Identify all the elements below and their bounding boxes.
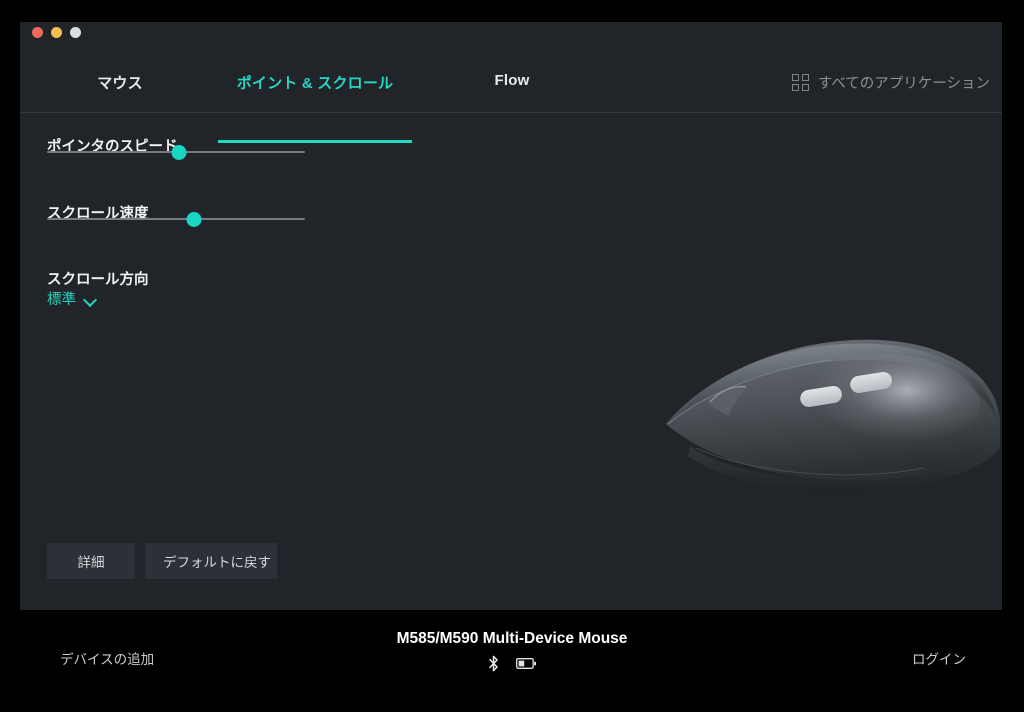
all-applications-button[interactable]: すべてのアプリケーション xyxy=(791,72,990,93)
scroll-speed-slider-track[interactable] xyxy=(47,218,305,220)
tab-flow[interactable]: Flow xyxy=(495,72,530,113)
settings-panel: ポインタのスピード スクロール速度 スクロール方向 標準 詳細 デフォルトに戻す xyxy=(20,113,1002,610)
bluetooth-icon xyxy=(489,655,498,672)
title-bar xyxy=(20,22,1002,52)
footer-bar: デバイスの追加 M585/M590 Multi-Device Mouse ログイ… xyxy=(0,610,1024,712)
restore-defaults-button[interactable]: デフォルトに戻す xyxy=(145,543,277,579)
screen: マウス ポイント & スクロール Flow すべてのアプリケーション ポインタの… xyxy=(0,0,1024,712)
scroll-speed-slider[interactable] xyxy=(47,210,305,228)
device-status: M585/M590 Multi-Device Mouse xyxy=(282,630,742,672)
tab-bar: マウス ポイント & スクロール Flow すべてのアプリケーション xyxy=(20,52,1002,143)
mouse-product-image xyxy=(666,339,1001,494)
add-device-link[interactable]: デバイスの追加 xyxy=(60,648,154,668)
scroll-direction-label: スクロール方向 xyxy=(47,272,149,288)
details-button[interactable]: 詳細 xyxy=(47,543,135,579)
pointer-speed-slider[interactable] xyxy=(47,143,305,161)
tab-mouse[interactable]: マウス xyxy=(97,72,143,113)
grid-icon xyxy=(791,74,809,91)
device-status-icons xyxy=(282,655,742,672)
battery-icon xyxy=(516,658,536,669)
chevron-down-icon xyxy=(84,295,97,303)
device-name-label: M585/M590 Multi-Device Mouse xyxy=(396,630,628,647)
minimize-window-button[interactable] xyxy=(51,27,62,38)
pointer-speed-slider-thumb[interactable] xyxy=(171,145,187,160)
maximize-window-button[interactable] xyxy=(70,27,81,38)
tab-point-and-scroll[interactable]: ポイント & スクロール xyxy=(237,72,394,113)
scroll-direction-value: 標準 xyxy=(47,292,76,308)
login-link[interactable]: ログイン xyxy=(912,648,966,668)
scroll-direction-dropdown[interactable]: 標準 xyxy=(47,288,97,309)
all-applications-label: すべてのアプリケーション xyxy=(817,76,990,92)
scroll-speed-slider-thumb[interactable] xyxy=(186,212,202,227)
close-window-button[interactable] xyxy=(32,27,43,38)
app-window: マウス ポイント & スクロール Flow すべてのアプリケーション ポインタの… xyxy=(20,22,1002,610)
